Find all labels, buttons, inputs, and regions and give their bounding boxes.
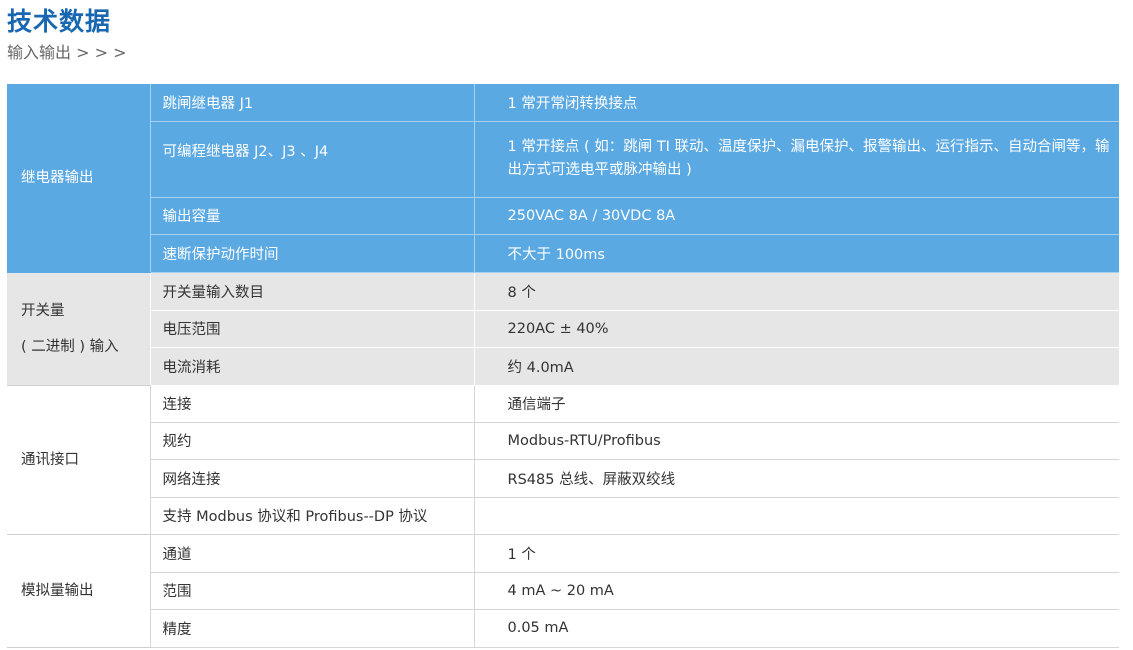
table-row: 速断保护动作时间 不大于 100ms	[7, 234, 1119, 273]
param-cell: 连接	[149, 385, 475, 423]
group-label-relay-output: 继电器输出	[7, 84, 150, 273]
param-cell: 精度	[149, 609, 475, 648]
table-row: 电压范围 220AC ± 40%	[7, 310, 1119, 348]
group-label-analog-output: 模拟量输出	[7, 534, 150, 648]
section-digital-input: 开关量 ( 二进制 ) 输入 开关量输入数目 8 个 电压范围 220AC ± …	[7, 272, 1119, 386]
value-cell: 1 常开接点 ( 如：跳闸 TI 联动、温度保护、漏电保护、报警输出、运行指示、…	[474, 121, 1119, 198]
param-cell: 电压范围	[149, 310, 475, 348]
value-cell: 220AC ± 40%	[474, 310, 1119, 348]
param-cell: 网络连接	[149, 459, 475, 498]
table-row: 电流消耗 约 4.0mA	[7, 347, 1119, 386]
param-cell: 电流消耗	[149, 347, 475, 386]
page-title: 技术数据	[7, 7, 112, 36]
table-row: 精度 0.05 mA	[7, 609, 1119, 648]
value-cell: 通信端子	[474, 385, 1119, 423]
group-label-digital-input: 开关量 ( 二进制 ) 输入	[7, 272, 150, 386]
table-row: 支持 Modbus 协议和 Profibus--DP 协议	[7, 497, 1119, 535]
group-label-line: 开关量	[21, 302, 65, 319]
section-relay-output: 继电器输出 跳闸继电器 J1 1 常开常闭转换接点 可编程继电器 J2、J3 、…	[7, 84, 1119, 273]
value-cell: 不大于 100ms	[474, 234, 1119, 273]
value-cell	[474, 497, 1119, 535]
param-cell: 跳闸继电器 J1	[149, 84, 475, 122]
value-cell: 8 个	[474, 272, 1119, 311]
table-row: 开关量 ( 二进制 ) 输入 开关量输入数目 8 个	[7, 272, 1119, 386]
param-cell: 可编程继电器 J2、J3 、J4	[149, 121, 475, 198]
table-row: 输出容量 250VAC 8A / 30VDC 8A	[7, 197, 1119, 235]
param-cell: 规约	[149, 422, 475, 460]
value-cell: Modbus-RTU/Profibus	[474, 422, 1119, 460]
param-cell: 通道	[149, 534, 475, 573]
table-row: 模拟量输出 通道 1 个	[7, 534, 1119, 648]
param-cell: 开关量输入数目	[149, 272, 475, 311]
param-cell: 支持 Modbus 协议和 Profibus--DP 协议	[149, 497, 475, 535]
section-communication: 通讯接口 连接 通信端子 规约 Modbus-RTU/Profibus 网络连接…	[7, 385, 1119, 535]
group-label-line: ( 二进制 ) 输入	[21, 338, 119, 355]
group-label-communication: 通讯接口	[7, 385, 150, 535]
table-row: 范围 4 mA ~ 20 mA	[7, 572, 1119, 610]
value-cell: RS485 总线、屏蔽双绞线	[474, 459, 1119, 498]
table-row: 可编程继电器 J2、J3 、J4 1 常开接点 ( 如：跳闸 TI 联动、温度保…	[7, 121, 1119, 198]
value-cell: 1 常开常闭转换接点	[474, 84, 1119, 122]
value-cell: 1 个	[474, 534, 1119, 573]
value-cell: 0.05 mA	[474, 609, 1119, 648]
spec-table: 继电器输出 跳闸继电器 J1 1 常开常闭转换接点 可编程继电器 J2、J3 、…	[7, 84, 1119, 648]
section-subtitle: 输入输出 > > >	[7, 43, 127, 62]
section-analog-output: 模拟量输出 通道 1 个 范围 4 mA ~ 20 mA 精度 0.05 mA	[7, 534, 1119, 648]
value-cell: 约 4.0mA	[474, 347, 1119, 386]
table-row: 规约 Modbus-RTU/Profibus	[7, 422, 1119, 460]
table-row: 继电器输出 跳闸继电器 J1 1 常开常闭转换接点	[7, 84, 1119, 273]
value-cell: 4 mA ~ 20 mA	[474, 572, 1119, 610]
value-cell: 250VAC 8A / 30VDC 8A	[474, 197, 1119, 235]
param-cell: 范围	[149, 572, 475, 610]
table-row: 通讯接口 连接 通信端子	[7, 385, 1119, 535]
param-cell: 速断保护动作时间	[149, 234, 475, 273]
param-cell: 输出容量	[149, 197, 475, 235]
table-row: 网络连接 RS485 总线、屏蔽双绞线	[7, 459, 1119, 498]
